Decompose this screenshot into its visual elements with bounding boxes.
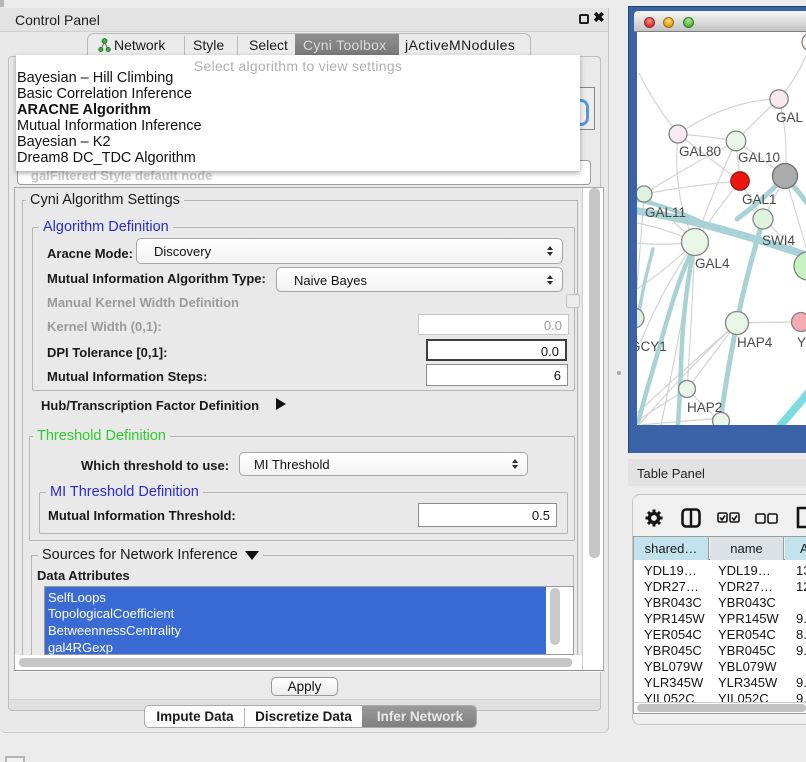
svg-text:GAL10: GAL10 xyxy=(738,150,780,165)
svg-text:GAL1: GAL1 xyxy=(742,192,777,207)
svg-text:GAL11: GAL11 xyxy=(645,205,686,220)
svg-text:GAL4: GAL4 xyxy=(695,256,730,271)
svg-text:HAP2: HAP2 xyxy=(687,400,722,415)
svg-text:GAL80: GAL80 xyxy=(679,144,721,159)
svg-text:GCY1: GCY1 xyxy=(637,339,667,354)
svg-text:GAL: GAL xyxy=(776,110,804,125)
svg-text:HAP4: HAP4 xyxy=(737,335,773,350)
svg-text:SWI4: SWI4 xyxy=(762,233,795,248)
svg-text:Y: Y xyxy=(797,335,806,350)
